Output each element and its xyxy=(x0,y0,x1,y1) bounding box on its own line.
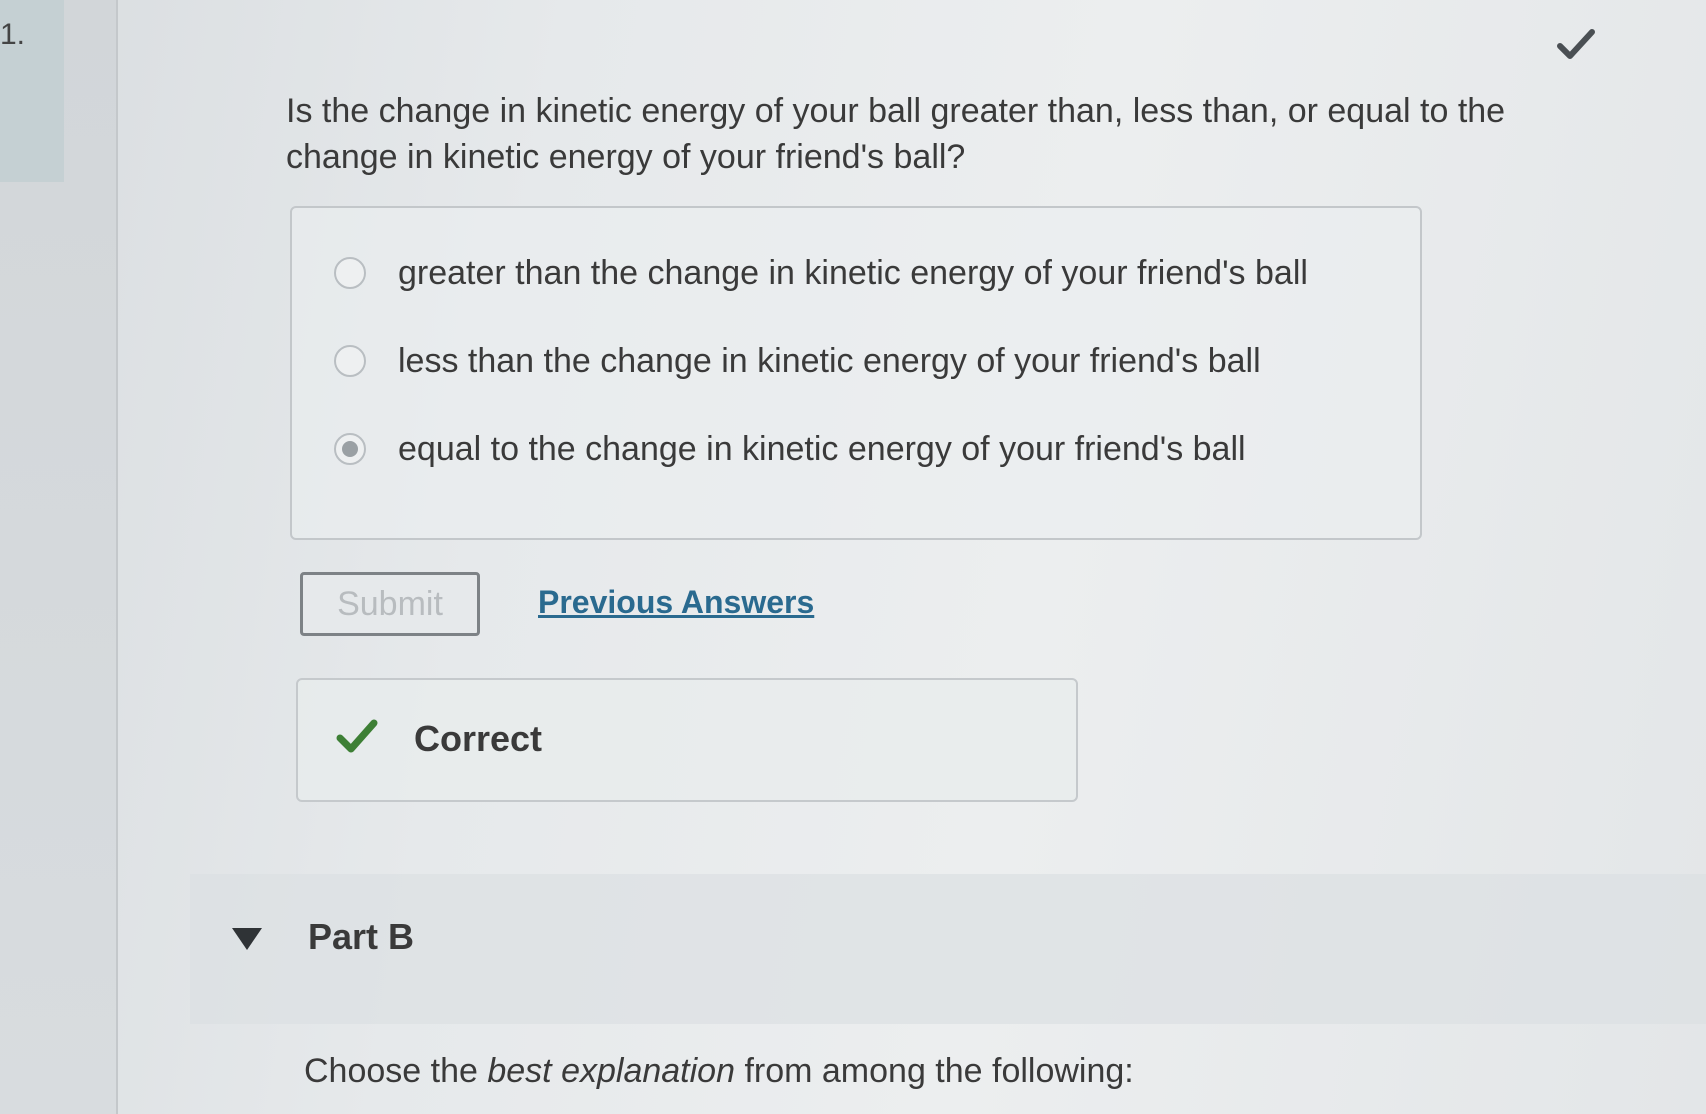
option-label: less than the change in kinetic energy o… xyxy=(398,341,1261,380)
previous-answers-link[interactable]: Previous Answers xyxy=(538,584,814,621)
radio-button[interactable] xyxy=(334,257,366,289)
option-label: equal to the change in kinetic energy of… xyxy=(398,429,1246,468)
option-label: greater than the change in kinetic energ… xyxy=(398,253,1308,292)
option-less[interactable]: less than the change in kinetic energy o… xyxy=(334,336,1261,386)
part-b-title: Part B xyxy=(308,916,415,957)
correct-check-icon xyxy=(336,719,378,753)
feedback-box: Correct xyxy=(296,678,1078,802)
radio-button-selected[interactable] xyxy=(334,433,366,465)
option-greater[interactable]: greater than the change in kinetic energ… xyxy=(334,248,1308,298)
part-number: 1. xyxy=(0,18,26,51)
question-text: Is the change in kinetic energy of your … xyxy=(286,92,1506,176)
part-b-instruction: Choose the best explanation from among t… xyxy=(304,1052,1134,1090)
caret-down-icon[interactable] xyxy=(230,924,264,954)
feedback-status: Correct xyxy=(414,718,543,759)
option-equal[interactable]: equal to the change in kinetic energy of… xyxy=(334,424,1246,474)
answer-options: greater than the change in kinetic energ… xyxy=(290,206,1422,540)
submit-button[interactable]: Submit xyxy=(300,572,480,636)
completed-check-icon xyxy=(1557,29,1595,59)
radio-button[interactable] xyxy=(334,345,366,377)
part-b-header[interactable]: Part B xyxy=(190,874,1706,1024)
